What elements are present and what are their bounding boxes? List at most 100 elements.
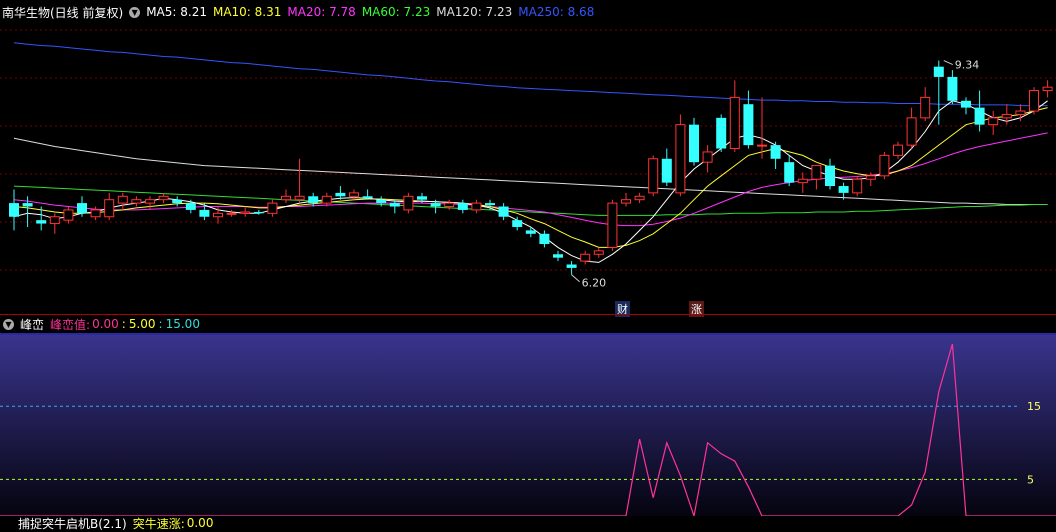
candle — [784, 155, 795, 187]
candle-body — [729, 96, 740, 150]
candle — [145, 196, 155, 210]
low-marker-arrow — [571, 274, 580, 283]
indicator-value-1: 0.00 — [92, 317, 119, 331]
candle-body — [349, 192, 359, 197]
candle-body — [471, 202, 482, 211]
candle — [716, 114, 727, 152]
candlestick-chart[interactable]: 9.34 6.20 — [0, 22, 1056, 312]
candle-body — [63, 209, 74, 221]
high-marker-arrow — [943, 60, 954, 66]
candle-body — [920, 96, 931, 119]
candle-body — [335, 192, 346, 197]
candle-body — [825, 165, 835, 187]
pane-divider[interactable] — [0, 314, 1056, 315]
candle-body — [906, 117, 917, 146]
candle — [403, 192, 414, 214]
candle-body — [634, 195, 645, 201]
candle-body — [661, 158, 672, 183]
candle-body — [553, 254, 563, 258]
candle — [553, 250, 563, 262]
candle-body — [403, 195, 414, 211]
candle-body — [525, 230, 536, 234]
candle — [1042, 80, 1053, 98]
ma-legend-1: MA10: 8.31 — [212, 5, 282, 19]
candle — [797, 172, 808, 193]
candle-body — [430, 203, 441, 207]
candle — [240, 206, 251, 217]
candle — [199, 203, 210, 221]
candle — [825, 158, 835, 190]
indicator-name: 峰峦值: — [50, 317, 91, 332]
ma10-line — [13, 107, 1048, 248]
candle-body — [90, 209, 101, 218]
candle — [947, 70, 958, 105]
candle-body — [185, 203, 196, 210]
sub-background — [0, 333, 1056, 516]
candle — [525, 226, 536, 238]
candle-body — [49, 216, 60, 225]
indicator-value-2: 5.00 — [128, 317, 156, 331]
candle-body — [362, 196, 373, 199]
candle-body — [566, 264, 577, 268]
candle-body — [281, 195, 291, 201]
candle-body — [267, 202, 278, 214]
ma250-line — [13, 42, 1048, 107]
candle — [607, 199, 618, 251]
candle — [498, 203, 509, 221]
expand-arrow-icon[interactable]: ▼ — [3, 318, 14, 330]
candle-body — [308, 196, 319, 204]
stock-title: 南华生物(日线 前复权) — [2, 5, 124, 20]
candle-body — [253, 211, 264, 214]
ma-legend-2: MA20: 7.78 — [287, 5, 356, 19]
candle-body — [131, 199, 142, 204]
indicator-separator: : — [121, 317, 126, 331]
candle-body — [226, 212, 237, 215]
candle — [267, 199, 278, 217]
candle — [702, 145, 713, 173]
candle-body — [947, 76, 958, 101]
candle-body — [294, 195, 305, 201]
candle-body — [36, 220, 47, 224]
candle-body — [675, 124, 686, 194]
candle-body — [974, 107, 985, 125]
candle — [920, 87, 931, 122]
candle-body — [172, 199, 183, 204]
candle — [457, 199, 468, 214]
candle-body — [77, 203, 87, 214]
ma-legend-5: MA250: 8.68 — [518, 5, 595, 19]
candle-body — [933, 66, 944, 77]
candle — [566, 261, 577, 275]
candle-body — [240, 211, 251, 214]
bottom-indicator-title: 捕捉突牛启机B(2.1) — [18, 516, 127, 531]
candle-body — [607, 202, 618, 248]
candle — [281, 189, 291, 204]
candle — [63, 206, 74, 224]
candle — [593, 247, 604, 258]
sub-chart-header: ▼ 峰峦 峰峦值: 0.00 : 5.00 : 15.00 — [0, 317, 206, 332]
candle-body — [580, 253, 591, 262]
low-price-label: 6.20 — [582, 277, 607, 290]
candle — [117, 192, 128, 210]
candle-body — [145, 199, 155, 204]
candle — [621, 192, 631, 207]
high-price-label: 9.34 — [955, 59, 980, 72]
candle-body — [716, 117, 727, 149]
candle — [158, 192, 169, 204]
fengluan-indicator-chart[interactable]: 15 5 — [0, 333, 1056, 516]
candle — [226, 209, 237, 217]
indicator-title: 峰峦 — [20, 317, 45, 332]
candle — [852, 175, 863, 197]
candle — [675, 114, 686, 197]
candle — [648, 155, 659, 197]
candle-body — [1029, 90, 1039, 112]
ma-legend-3: MA60: 7.23 — [361, 5, 431, 19]
candle — [879, 151, 890, 180]
candle — [49, 213, 60, 234]
expand-arrow-icon[interactable]: ▼ — [129, 6, 141, 18]
candle — [893, 141, 903, 159]
candle-body — [158, 195, 169, 201]
candle — [580, 250, 591, 265]
candle-body — [512, 220, 523, 227]
bottom-chart-header: 捕捉突牛启机B(2.1) 突牛速涨: 0.00 — [0, 516, 219, 531]
candle-body — [784, 162, 795, 183]
